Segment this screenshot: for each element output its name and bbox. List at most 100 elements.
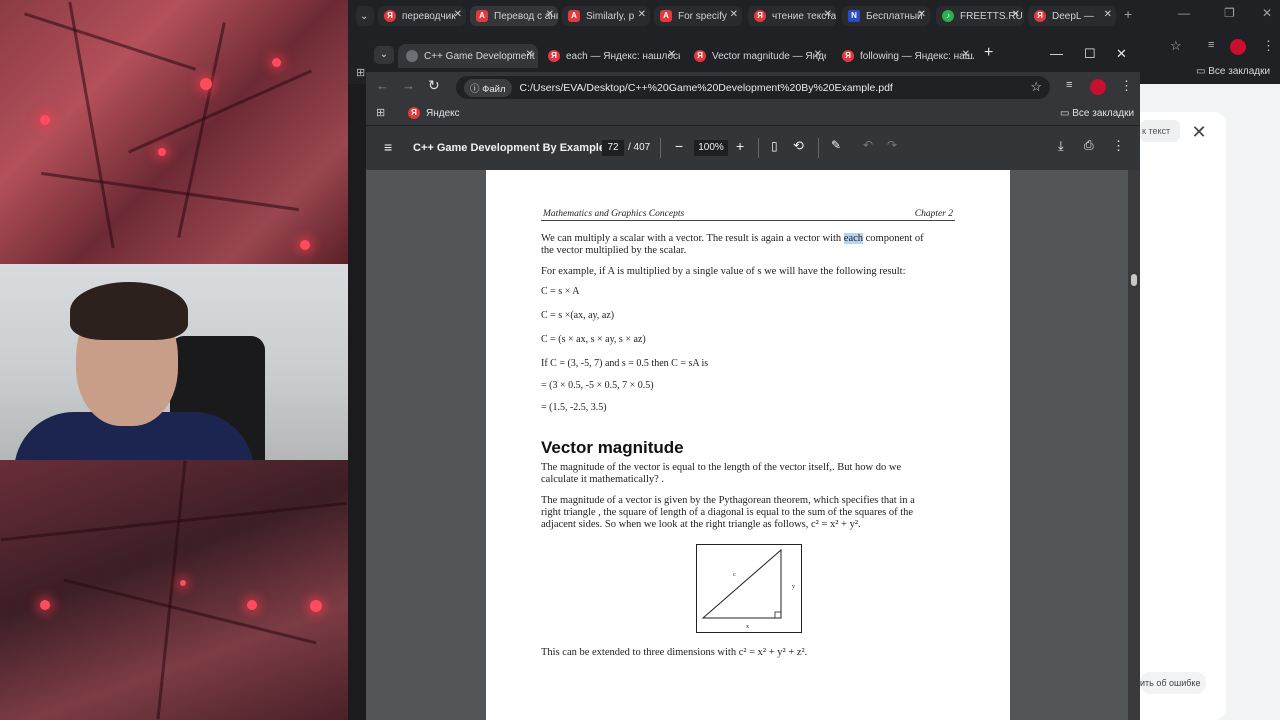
folder-icon: ▭	[1196, 66, 1209, 77]
close-icon[interactable]: ✕	[546, 9, 554, 20]
zoom-in-button[interactable]: +	[736, 138, 744, 154]
print-icon[interactable]: ⎙	[1084, 138, 1094, 153]
tab-pdf[interactable]: C++ Game Development ✕	[398, 44, 538, 68]
maximize-button[interactable]: ☐	[1084, 46, 1096, 62]
outer-tab-6[interactable]: N Бесплатный ✕	[842, 6, 930, 26]
download-icon[interactable]: ⤓	[1058, 138, 1064, 154]
tab-following[interactable]: Яfollowing — Яндекс: нашлось✕	[834, 44, 974, 68]
equation-3: C = (s × ax, s × ay, s × az)	[541, 334, 646, 345]
address-bar[interactable]: ⓘ Файл C:/Users/EVA/Desktop/C++%20Game%2…	[456, 76, 1050, 99]
more-icon[interactable]: ⋮	[1112, 138, 1125, 154]
label-c: c	[733, 572, 736, 578]
url-text: C:/Users/EVA/Desktop/C++%20Game%20Develo…	[519, 81, 893, 94]
bookmark-yandex[interactable]: Я Яндекс	[408, 107, 460, 119]
reload-icon[interactable]: ↻	[428, 77, 440, 94]
yandex-icon: Я	[408, 107, 420, 119]
background-artwork-top	[0, 0, 348, 264]
outer-tab-3[interactable]: A Similarly, p ✕	[562, 6, 650, 26]
close-window-button[interactable]: ✕	[1116, 46, 1127, 62]
close-icon[interactable]: ✕	[526, 49, 534, 60]
forward-icon[interactable]: →	[402, 78, 415, 93]
paragraph-pythagorean-3: adjacent sides. So when we look at the r…	[541, 519, 861, 530]
address-toolbar: ← → ↻ ⓘ Файл C:/Users/EVA/Desktop/C++%20…	[366, 72, 1140, 102]
page-number-input[interactable]: 72	[602, 140, 624, 156]
close-icon[interactable]: ✕	[962, 49, 970, 60]
tab-each[interactable]: Яeach — Яндекс: нашлось ✕	[540, 44, 680, 68]
highlighted-word[interactable]: each	[843, 233, 864, 244]
label-x: x	[746, 624, 749, 630]
back-icon[interactable]: ←	[376, 78, 389, 93]
report-error-button[interactable]: ить об ошибке	[1140, 672, 1206, 694]
apps-icon[interactable]: ⊞	[356, 66, 365, 79]
fit-page-icon[interactable]: ▯	[771, 139, 778, 153]
close-icon[interactable]: ✕	[730, 9, 738, 20]
annotate-icon[interactable]: ✎	[831, 138, 841, 152]
paragraph-pythagorean-2: right triangle , the square of length of…	[541, 507, 914, 518]
translate-icon: A	[476, 10, 488, 22]
sidebar-menu-icon[interactable]: ≡	[384, 139, 392, 155]
star-icon[interactable]: ☆	[1170, 38, 1182, 54]
scrollbar-thumb[interactable]	[1131, 274, 1137, 286]
close-icon[interactable]: ✕	[1186, 120, 1212, 144]
all-bookmarks[interactable]: ▭ Все закладки	[1060, 108, 1134, 119]
folder-icon: ▭	[1060, 108, 1073, 119]
zoom-input[interactable]: 100%	[694, 140, 728, 156]
rotate-icon[interactable]: ⟲	[793, 138, 804, 154]
outer-tab-2[interactable]: AПеревод с английского✕	[470, 6, 558, 26]
outer-tab-1[interactable]: Япереводчик ✕	[378, 6, 466, 26]
paragraph-scalar: We can multiply a scalar with a vector. …	[541, 233, 924, 244]
outer-all-bookmarks[interactable]: ▭ Все закладки	[1196, 66, 1270, 77]
undo-icon[interactable]: ↶	[863, 138, 873, 152]
chevron-down-icon: ⌄	[360, 10, 369, 22]
yandex-icon: Я	[694, 50, 706, 62]
close-window-button[interactable]: ✕	[1262, 6, 1272, 20]
outer-tab-8[interactable]: Я DeepL — ✕	[1028, 6, 1116, 26]
tab-search-button[interactable]: ⌄	[374, 46, 394, 64]
outer-tab-strip: ⌄ Япереводчик✕ AПеревод с английского✕ A…	[348, 0, 1280, 32]
person-hair	[70, 282, 188, 340]
browser-window: ⌄ C++ Game Development ✕ Яeach — Яндекс: …	[366, 38, 1140, 720]
close-icon[interactable]: ✕	[824, 9, 832, 20]
close-icon[interactable]: ✕	[668, 49, 676, 60]
close-icon[interactable]: ✕	[1104, 9, 1112, 20]
outer-tab-7[interactable]: ♪ FREETTS.RU ✕	[936, 6, 1024, 26]
new-tab-button[interactable]: +	[984, 44, 993, 62]
outer-tab-5[interactable]: Ячтение текста ✕	[748, 6, 836, 26]
right-triangle-figure: c y x	[696, 544, 802, 633]
file-info-chip[interactable]: ⓘ Файл	[464, 78, 512, 97]
close-icon[interactable]: ✕	[918, 9, 926, 20]
document-title: C++ Game Development By Example	[413, 142, 605, 154]
close-icon[interactable]: ✕	[454, 9, 462, 20]
outer-tab-4[interactable]: A For specify ✕	[654, 6, 742, 26]
page-header-right: Chapter 2	[914, 209, 953, 219]
scrollbar[interactable]	[1128, 170, 1140, 720]
minimize-button[interactable]: —	[1178, 6, 1190, 20]
minimize-button[interactable]: —	[1050, 46, 1063, 61]
menu-icon[interactable]: ⋮	[1120, 78, 1133, 94]
zoom-out-button[interactable]: −	[675, 138, 683, 154]
close-icon[interactable]: ✕	[638, 9, 646, 20]
chevron-down-icon: ⌄	[379, 49, 389, 60]
apps-icon[interactable]: ⊞	[376, 106, 385, 119]
deepl-text-chip[interactable]: к текст	[1140, 120, 1180, 142]
avatar[interactable]	[1090, 79, 1106, 95]
translate-ext-icon[interactable]: ≡	[1066, 79, 1072, 91]
equation-5: = (3 × 0.5, -5 × 0.5, 7 × 0.5)	[541, 380, 654, 391]
tab-vector-magnitude[interactable]: ЯVector magnitude — Яндекс✕	[686, 44, 826, 68]
redo-icon[interactable]: ↷	[887, 138, 897, 152]
yandex-icon: Я	[754, 10, 766, 22]
translate-ext-icon[interactable]: ≡	[1208, 39, 1214, 51]
star-icon[interactable]: ☆	[1030, 79, 1042, 95]
menu-icon[interactable]: ⋮	[1262, 38, 1275, 54]
page-header-left: Mathematics and Graphics Concepts	[543, 209, 685, 219]
close-icon[interactable]: ✕	[1012, 9, 1020, 20]
pdf-toolbar: ≡ C++ Game Development By Example 72 / 4…	[366, 126, 1140, 170]
avatar[interactable]	[1230, 39, 1246, 55]
restore-button[interactable]: ❐	[1224, 6, 1235, 20]
new-tab-button[interactable]: +	[1124, 6, 1132, 22]
yandex-icon: Я	[548, 50, 560, 62]
background-artwork-bottom	[0, 460, 348, 720]
close-icon[interactable]: ✕	[814, 49, 822, 60]
tab-search-button[interactable]: ⌄	[356, 6, 374, 26]
audio-icon: ♪	[942, 10, 954, 22]
